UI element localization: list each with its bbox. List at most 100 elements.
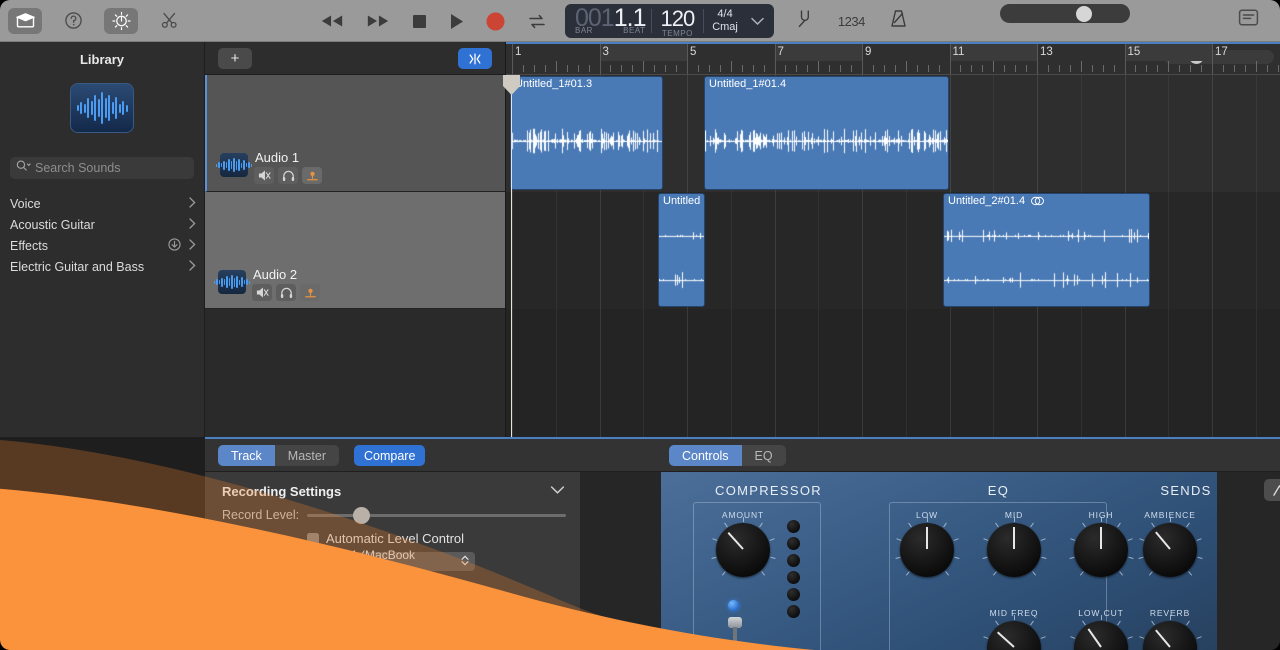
ruler-tick [1081, 61, 1082, 72]
smart-section-eq: EQLOWMIDHIGHMID FREQLOW CUT [876, 472, 1121, 650]
knob-dial[interactable] [716, 523, 770, 577]
search-input[interactable] [35, 161, 196, 175]
knob-dial[interactable] [900, 523, 954, 577]
cycle-icon[interactable] [527, 13, 547, 30]
library-search-field[interactable] [10, 157, 194, 179]
ruler-tick [731, 61, 732, 72]
ruler-tick [753, 65, 754, 72]
track-library-button[interactable] [458, 48, 492, 69]
solo-button[interactable] [276, 284, 296, 301]
tuning-fork-icon[interactable] [796, 9, 814, 33]
editors-scissors-button[interactable] [152, 8, 186, 34]
track-icon[interactable] [218, 270, 246, 294]
input-device-select[interactable]: Input 1 (MacBook Microphone) [315, 552, 475, 571]
ruler-tick [742, 65, 743, 72]
ruler-tick [1190, 65, 1191, 72]
knob-dial[interactable] [987, 523, 1041, 577]
tab-track[interactable]: Track [218, 445, 275, 466]
smart-controls-panel: COMPRESSORAMOUNTEQLOWMIDHIGHMID FREQLOW … [661, 472, 1217, 650]
track-headers-empty-area[interactable] [205, 309, 505, 437]
knob-dial[interactable] [1074, 523, 1128, 577]
download-icon[interactable] [168, 238, 181, 254]
lcd-time-signature: 4/4 [717, 8, 732, 21]
ruler-tick [578, 65, 579, 72]
ruler-bar-number: 3 [600, 44, 609, 61]
region-name-text: Untitled_2#01.4 [948, 195, 1025, 207]
tab-master[interactable]: Master [275, 445, 339, 466]
lane-empty[interactable] [506, 309, 1280, 437]
audio-region[interactable]: Untitled_2#01.4 [943, 193, 1150, 307]
smart-section-sends: SENDSAMBIENCEREVERB [1121, 472, 1217, 650]
ruler-tick [829, 65, 830, 72]
lcd-position[interactable]: 001 1.1 BAR BEAT [567, 4, 651, 38]
inspector-header[interactable]: Recording Settings [205, 472, 580, 500]
chevron-right-icon [189, 218, 196, 232]
main-toolbar: 001 1.1 BAR BEAT 120 TEMPO 4/4 Cmaj [0, 0, 1280, 42]
help-button[interactable] [56, 8, 90, 34]
lcd-tempo[interactable]: 120 TEMPO [651, 4, 703, 38]
track-name-label[interactable]: Audio 2 [253, 267, 297, 282]
audio-region[interactable]: Untitled_1#01.3 [510, 76, 663, 190]
garageband-window: 001 1.1 BAR BEAT 120 TEMPO 4/4 Cmaj [0, 0, 1280, 650]
rewind-icon[interactable] [320, 14, 344, 28]
master-volume-knob[interactable] [1076, 6, 1092, 22]
lane-audio-2[interactable] [506, 192, 1280, 309]
record-level-slider[interactable] [307, 514, 566, 517]
audio-region[interactable]: Untitled_1#01.4 [704, 76, 949, 190]
led-indicator [787, 605, 800, 618]
compare-button[interactable]: Compare [354, 445, 425, 466]
chevron-down-icon[interactable] [550, 482, 565, 500]
track-name-label[interactable]: Audio 1 [255, 150, 299, 165]
metronome-icon[interactable] [889, 9, 908, 33]
solo-button[interactable] [278, 167, 298, 184]
audio-region[interactable]: Untitled [658, 193, 705, 307]
record-enable-button[interactable] [300, 284, 320, 301]
library-item-electric-guitar-and-bass[interactable]: Electric Guitar and Bass [0, 256, 204, 277]
fast-forward-icon[interactable] [366, 14, 390, 28]
ruler-tick [534, 65, 535, 72]
automation-button[interactable] [1264, 479, 1280, 501]
mute-button[interactable] [252, 284, 272, 301]
ruler-tick [632, 65, 633, 72]
track-headers-toolbar: + [205, 42, 505, 75]
knob-dial[interactable] [1143, 523, 1197, 577]
record-icon[interactable] [486, 12, 505, 31]
track-icon[interactable] [220, 153, 248, 177]
library-patch-icon[interactable] [71, 84, 133, 132]
tab-controls[interactable]: Controls [669, 445, 742, 466]
record-level-knob[interactable] [353, 507, 370, 524]
playhead[interactable] [511, 75, 512, 437]
track-header-audio-1[interactable]: Audio 1 [205, 75, 505, 192]
automatic-level-control-checkbox[interactable] [307, 533, 319, 545]
ruler-tick [709, 65, 710, 72]
play-icon[interactable] [449, 13, 464, 30]
lcd-signature-key[interactable]: 4/4 Cmaj [703, 4, 747, 38]
lcd-display[interactable]: 001 1.1 BAR BEAT 120 TEMPO 4/4 Cmaj [565, 4, 774, 38]
track-header-audio-2[interactable]: Audio 2 [205, 192, 505, 309]
library-item-acoustic-guitar[interactable]: Acoustic Guitar [0, 214, 204, 235]
add-track-button[interactable]: + [218, 48, 252, 69]
bar-ruler[interactable]: 1357911131517 [506, 42, 1280, 75]
library-item-effects[interactable]: Effects [0, 235, 204, 256]
tab-eq[interactable]: EQ [742, 445, 786, 466]
library-item-voice[interactable]: Voice [0, 193, 204, 214]
chevron-right-icon [189, 197, 196, 211]
library-toggle-button[interactable] [8, 8, 42, 34]
ruler-tick [993, 61, 994, 72]
mute-button[interactable] [254, 167, 274, 184]
record-enable-button[interactable] [302, 167, 322, 184]
ruler-tick [764, 65, 765, 72]
chevron-down-icon[interactable] [747, 4, 772, 38]
count-in-label[interactable]: 1234 [838, 14, 865, 29]
smart-controls-toggle-button[interactable] [104, 8, 138, 34]
ruler-shade [775, 44, 863, 61]
inspector-title: Recording Settings [222, 484, 341, 499]
lcd-beat-label: BEAT [623, 26, 645, 35]
editor-panel: Track Master Compare Controls EQ Recordi… [205, 437, 1280, 650]
automatic-level-control-row[interactable]: Automatic Level Control [205, 522, 580, 546]
track-button-group [252, 284, 320, 301]
note-pad-icon[interactable] [1238, 8, 1259, 32]
ruler-tick [720, 65, 721, 72]
master-volume-slider[interactable] [1000, 4, 1130, 23]
stop-icon[interactable] [412, 14, 427, 29]
